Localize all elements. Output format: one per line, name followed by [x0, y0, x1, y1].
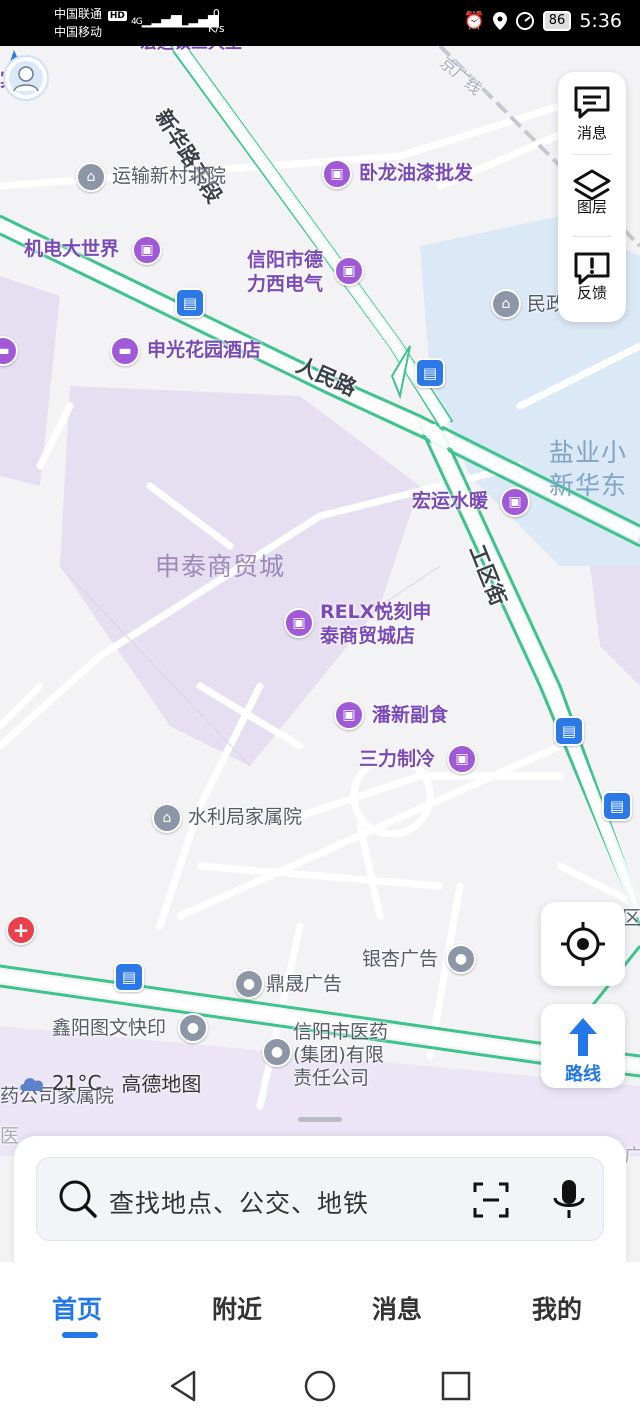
signal-2-label: 4G — [168, 17, 180, 27]
poi-label-xinyang-tuwen[interactable]: 鑫阳图文快印 — [52, 1017, 166, 1039]
user-location-icon — [3, 50, 49, 101]
locate-me-button[interactable] — [541, 902, 625, 986]
net-speed-value: 0 — [212, 7, 220, 20]
poi-label-yiyao-3[interactable]: 责任公司 — [293, 1067, 369, 1089]
alarm-icon: ⏰ — [463, 11, 485, 31]
layers-tool-label: 图层 — [576, 198, 607, 216]
map-canvas[interactable]: 申泰商贸城 盐业小 新华东 新华路东段 人民路 工区街 宏运镇三大王 京广线 医… — [0, 33, 640, 1167]
poi-label-relx-1[interactable]: RELX悦刻申 — [320, 601, 431, 623]
poi-label-jidian[interactable]: 机电大世界 — [24, 238, 119, 260]
scan-icon[interactable] — [471, 1180, 511, 1220]
net-speed-unit: K/s — [208, 22, 225, 35]
bus-stop-icon[interactable]: ▤ — [602, 791, 632, 821]
tab-messages[interactable]: 消息 — [372, 1290, 422, 1326]
search-placeholder: 查找地点、公交、地铁 — [109, 1189, 370, 1218]
clock: 5:36 — [579, 10, 622, 32]
speed-icon — [515, 12, 534, 30]
bus-stop-icon[interactable]: ▤ — [114, 962, 144, 992]
weather-widget[interactable]: 21°C 高德地图 — [18, 1068, 201, 1097]
location-icon — [492, 12, 507, 30]
carrier-1-name: 中国联通 — [54, 7, 103, 21]
layers-tool-button[interactable]: 图层 — [558, 156, 626, 236]
poi-label-dexin-2[interactable]: 力西电气 — [247, 273, 323, 295]
shop-pin-icon[interactable]: ▣ — [322, 159, 352, 189]
poi-label-shenguang[interactable]: 申光花园酒店 — [147, 339, 261, 361]
divider — [572, 236, 612, 237]
carrier-1: 中国联通 HD — [54, 7, 127, 23]
residence-pin-icon[interactable]: ⌂ — [152, 803, 182, 833]
poi-label-dexin-1[interactable]: 信阳市德 — [247, 249, 323, 271]
tab-nearby[interactable]: 附近 — [212, 1290, 262, 1326]
company-pin-icon[interactable]: ● — [234, 969, 264, 999]
tab-mine[interactable]: 我的 — [532, 1290, 582, 1326]
hd-badge: HD — [107, 11, 127, 21]
company-pin-icon[interactable]: ● — [446, 944, 476, 974]
map-label-left-bottom: 医 — [0, 1125, 20, 1147]
brand-watermark: 高德地图 — [121, 1072, 202, 1096]
feedback-tool-button[interactable]: 反馈 — [558, 238, 626, 318]
hotel-pin-icon[interactable]: ▬ — [110, 336, 140, 366]
system-nav-bar — [0, 1352, 640, 1422]
divider — [572, 154, 612, 155]
messages-tool-button[interactable]: 消息 — [558, 72, 626, 152]
poi-label-dingsheng[interactable]: 鼎晟广告 — [266, 973, 342, 995]
recents-nav-icon[interactable] — [441, 1371, 471, 1401]
feedback-tool-label: 反馈 — [576, 284, 607, 302]
map-tools-panel: 消息 图层 反馈 — [558, 72, 626, 322]
carrier-2-name: 中国移动 — [54, 25, 103, 39]
route-button-label: 路线 — [565, 1064, 601, 1085]
cloud-icon — [20, 1077, 44, 1091]
shop-pin-icon[interactable]: ▣ — [500, 487, 530, 517]
messages-tool-label: 消息 — [576, 124, 607, 142]
temperature: 21°C — [52, 1070, 102, 1095]
shop-pin-icon[interactable]: ▣ — [334, 700, 364, 730]
poi-label-relx-2[interactable]: 泰商贸城店 — [320, 625, 415, 647]
shop-pin-icon[interactable]: ▣ — [132, 235, 162, 265]
bus-stop-icon[interactable]: ▤ — [415, 358, 445, 388]
signal-1-label: 4G — [131, 17, 143, 27]
company-pin-icon[interactable]: ● — [178, 1013, 208, 1043]
poi-label-yiyao-2[interactable]: (集团)有限 — [293, 1044, 384, 1066]
poi-label-hongyun[interactable]: 宏运水暖 — [412, 490, 488, 512]
map-label-right-bottom: 广 — [624, 1145, 640, 1167]
area-label-yanye-2: 新华东 — [549, 471, 628, 500]
sheet-drag-handle[interactable] — [298, 1117, 342, 1122]
poi-label-yunshu[interactable]: 运输新村北院 — [112, 165, 226, 187]
back-nav-icon[interactable] — [170, 1370, 196, 1402]
app-root: 中国联通 HD 中国移动 4G▁▂▄▆ 4G▁▂▄▆ 0 K/s ⏰ 86 5:… — [0, 0, 640, 1422]
message-icon — [574, 86, 610, 119]
hospital-pin-icon[interactable]: + — [6, 915, 36, 945]
poi-label-yinxing[interactable]: 银杏广告 — [362, 948, 438, 970]
microphone-icon[interactable] — [549, 1178, 589, 1222]
area-label-shentai: 申泰商贸城 — [155, 552, 286, 581]
crosshair-icon — [561, 922, 605, 966]
net-speed: 0 K/s — [208, 6, 225, 36]
route-button[interactable]: 路线 — [541, 1004, 625, 1088]
poi-label-wolong[interactable]: 卧龙油漆批发 — [359, 162, 473, 184]
search-icon — [59, 1180, 97, 1218]
nav-buttons — [170, 1370, 471, 1402]
residence-pin-icon[interactable]: ⌂ — [76, 162, 106, 192]
poi-label-shuili[interactable]: 水利局家属院 — [188, 806, 302, 828]
poi-label-sanli[interactable]: 三力制冷 — [359, 748, 435, 770]
route-arrow-icon — [569, 1018, 597, 1056]
government-pin-icon[interactable]: ⌂ — [491, 289, 521, 319]
status-bar: 中国联通 HD 中国移动 4G▁▂▄▆ 4G▁▂▄▆ 0 K/s ⏰ 86 5:… — [0, 0, 640, 46]
bus-stop-icon[interactable]: ▤ — [554, 716, 584, 746]
company-pin-icon[interactable]: ● — [262, 1037, 292, 1067]
shop-pin-icon[interactable]: ▣ — [284, 608, 314, 638]
search-input[interactable]: 查找地点、公交、地铁 — [36, 1157, 604, 1241]
home-nav-icon[interactable] — [304, 1370, 336, 1402]
tab-home[interactable]: 首页 — [52, 1290, 102, 1326]
bus-stop-icon[interactable]: ▤ — [175, 288, 205, 318]
shop-pin-icon[interactable]: ▣ — [334, 256, 364, 286]
poi-label-yiyao-1[interactable]: 信阳市医药 — [293, 1021, 388, 1043]
status-right: ⏰ 86 5:36 — [464, 10, 622, 32]
battery-indicator: 86 — [542, 11, 572, 31]
shop-pin-icon[interactable]: ▣ — [447, 744, 477, 774]
tab-active-indicator — [62, 1332, 98, 1338]
area-label-yanye-1: 盐业小 — [549, 438, 628, 467]
poi-label-panxin[interactable]: 潘新副食 — [372, 704, 448, 726]
bottom-tab-bar: 首页 附近 消息 我的 — [0, 1262, 640, 1352]
